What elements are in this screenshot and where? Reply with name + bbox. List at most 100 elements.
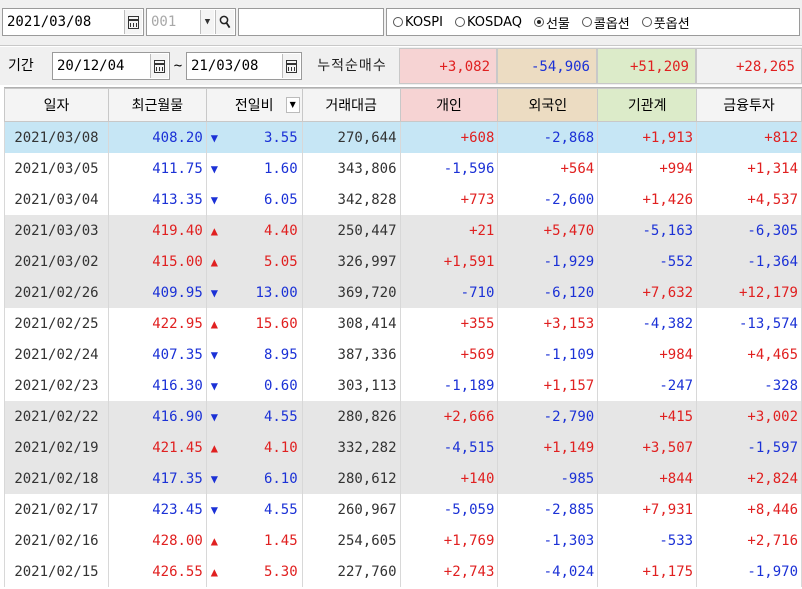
cell-price: 413.35 — [107, 184, 207, 215]
market-label: 선물 — [545, 16, 570, 32]
table-row[interactable]: 2021/02/18 417.35 ▼ 6.10 280,612 +140 -985 +844… — [4, 463, 802, 494]
cell-individual: -1,596 — [399, 153, 499, 184]
search-button[interactable] — [215, 10, 234, 34]
market-option-kosdaq[interactable]: KOSDAQ — [454, 15, 522, 30]
cell-price: 411.75 — [107, 153, 207, 184]
cell-change: ▼ 4.55 — [205, 494, 303, 525]
cell-institution: +7,931 — [597, 494, 698, 525]
cell-finance: +12,179 — [696, 277, 802, 308]
table-row[interactable]: 2021/03/03 419.40 ▲ 4.40 250,447 +21 +5,470 -5,… — [4, 215, 802, 246]
change-value: 4.55 — [263, 408, 298, 425]
market-option-call[interactable]: 콜옵션 — [581, 13, 630, 32]
market-option-kospi[interactable]: KOSPI — [393, 15, 443, 30]
market-option-futures[interactable]: 선물 — [533, 13, 570, 32]
table-row[interactable]: 2021/02/22 416.90 ▼ 4.55 280,826 +2,666 -2,790… — [4, 401, 802, 432]
change-value: 4.10 — [263, 439, 298, 456]
code-dropdown-button[interactable]: ▼ — [200, 10, 214, 34]
cell-finance: -328 — [696, 370, 802, 401]
cell-foreign: -985 — [497, 463, 599, 494]
table-row[interactable]: 2021/02/26 409.95 ▼ 13.00 369,720 -710 -6,120 +… — [4, 277, 802, 308]
arrow-down-icon: ▼ — [210, 378, 219, 393]
cell-foreign: +1,149 — [497, 432, 599, 463]
cell-change: ▲ 5.05 — [205, 246, 303, 277]
sum-individual: +3,082 — [399, 48, 497, 84]
cell-amount: 332,282 — [301, 432, 401, 463]
from-calendar-button[interactable] — [150, 54, 168, 78]
arrow-down-icon: ▼ — [210, 409, 219, 424]
cell-change: ▼ 13.00 — [205, 277, 303, 308]
table-row[interactable]: 2021/02/19 421.45 ▲ 4.10 332,282 -4,515 +1,149… — [4, 432, 802, 463]
arrow-up-icon: ▲ — [210, 223, 219, 238]
cell-finance: +2,716 — [696, 525, 802, 556]
cell-individual: -1,189 — [399, 370, 499, 401]
change-value: 4.55 — [263, 501, 298, 518]
col-header-date[interactable]: 일자 — [4, 88, 109, 122]
table-row[interactable]: 2021/02/24 407.35 ▼ 8.95 387,336 +569 -1,109 +9… — [4, 339, 802, 370]
cell-change: ▲ 4.10 — [205, 432, 303, 463]
table-row[interactable]: 2021/03/08 408.20 ▼ 3.55 270,644 +608 -2,868 +1… — [4, 121, 802, 153]
period-from-field[interactable]: 20/12/04 — [52, 52, 170, 80]
table-row[interactable]: 2021/02/16 428.00 ▲ 1.45 254,605 +1,769 -1,303… — [4, 525, 802, 556]
cell-amount: 342,828 — [301, 184, 401, 215]
cell-foreign: -1,109 — [497, 339, 599, 370]
cell-price: 416.30 — [107, 370, 207, 401]
cell-amount: 280,826 — [301, 401, 401, 432]
cell-change: ▼ 3.55 — [205, 121, 303, 153]
table-body: 2021/03/08 408.20 ▼ 3.55 270,644 +608 -2,868 +1… — [4, 121, 802, 587]
cell-date: 2021/03/03 — [4, 215, 109, 246]
cell-finance: +2,824 — [696, 463, 802, 494]
cell-finance: +4,465 — [696, 339, 802, 370]
table-row[interactable]: 2021/03/02 415.00 ▲ 5.05 326,997 +1,591 -1,929… — [4, 246, 802, 277]
sum-institution: +51,209 — [597, 48, 696, 84]
date-field[interactable]: 2021/03/08 — [2, 8, 144, 36]
col-header-individual[interactable]: 개인 — [399, 88, 499, 122]
code-value: 001 — [151, 14, 177, 30]
instrument-name-field[interactable] — [238, 8, 384, 36]
sort-dropdown-icon[interactable]: ▼ — [285, 97, 300, 113]
arrow-down-icon: ▼ — [210, 347, 219, 362]
col-header-amount[interactable]: 거래대금 — [301, 88, 401, 122]
col-header-change[interactable]: 전일비 ▼ — [205, 88, 303, 122]
data-table: 일자 최근월물 전일비 ▼ 거래대금 개인 외국인 기관계 금융투자 2021/… — [4, 88, 802, 587]
code-field[interactable]: 001 ▼ — [146, 8, 236, 36]
cell-change: ▲ 5.30 — [205, 556, 303, 587]
cell-individual: +569 — [399, 339, 499, 370]
table-row[interactable]: 2021/02/17 423.45 ▼ 4.55 260,967 -5,059 -2,885… — [4, 494, 802, 525]
change-value: 4.40 — [263, 222, 298, 239]
cell-date: 2021/02/24 — [4, 339, 109, 370]
cell-individual: +2,666 — [399, 401, 499, 432]
period-to-field[interactable]: 21/03/08 — [186, 52, 302, 80]
radio-icon — [454, 17, 465, 27]
to-calendar-button[interactable] — [282, 54, 300, 78]
change-value: 6.05 — [263, 191, 298, 208]
table-row[interactable]: 2021/02/23 416.30 ▼ 0.60 303,113 -1,189 +1,157… — [4, 370, 802, 401]
cell-date: 2021/02/25 — [4, 308, 109, 339]
cell-change: ▲ 15.60 — [205, 308, 303, 339]
change-value: 15.60 — [255, 315, 298, 332]
market-option-put[interactable]: 풋옵션 — [641, 13, 690, 32]
period-bar: 기간 20/12/04 ~ 21/03/08 누적순매수 +3,082 -54,… — [0, 47, 802, 85]
cell-individual: +21 — [399, 215, 499, 246]
change-value: 13.00 — [255, 284, 298, 301]
cell-institution: +1,175 — [597, 556, 698, 587]
cell-foreign: -2,790 — [497, 401, 599, 432]
cell-price: 419.40 — [107, 215, 207, 246]
cell-amount: 308,414 — [301, 308, 401, 339]
investor-trend-grid: 일자 최근월물 전일비 ▼ 거래대금 개인 외국인 기관계 금융투자 2021/… — [4, 87, 802, 589]
table-row[interactable]: 2021/03/05 411.75 ▼ 1.60 343,806 -1,596 +564 +9… — [4, 153, 802, 184]
col-header-finance[interactable]: 금융투자 — [696, 88, 802, 122]
table-row[interactable]: 2021/02/15 426.55 ▲ 5.30 227,760 +2,743 -4,024… — [4, 556, 802, 587]
table-row[interactable]: 2021/03/04 413.35 ▼ 6.05 342,828 +773 -2,600 +1… — [4, 184, 802, 215]
cell-individual: +1,769 — [399, 525, 499, 556]
col-header-institution[interactable]: 기관계 — [597, 88, 698, 122]
arrow-up-icon: ▲ — [210, 316, 219, 331]
table-row[interactable]: 2021/02/25 422.95 ▲ 15.60 308,414 +355 +3,153-… — [4, 308, 802, 339]
cell-date: 2021/02/19 — [4, 432, 109, 463]
cell-amount: 387,336 — [301, 339, 401, 370]
date-value: 2021/03/08 — [7, 14, 92, 30]
col-header-front-month[interactable]: 최근월물 — [107, 88, 207, 122]
cell-date: 2021/02/17 — [4, 494, 109, 525]
calendar-button[interactable] — [124, 10, 142, 34]
col-header-foreign[interactable]: 외국인 — [497, 88, 599, 122]
chevron-down-icon: ▼ — [204, 17, 211, 27]
